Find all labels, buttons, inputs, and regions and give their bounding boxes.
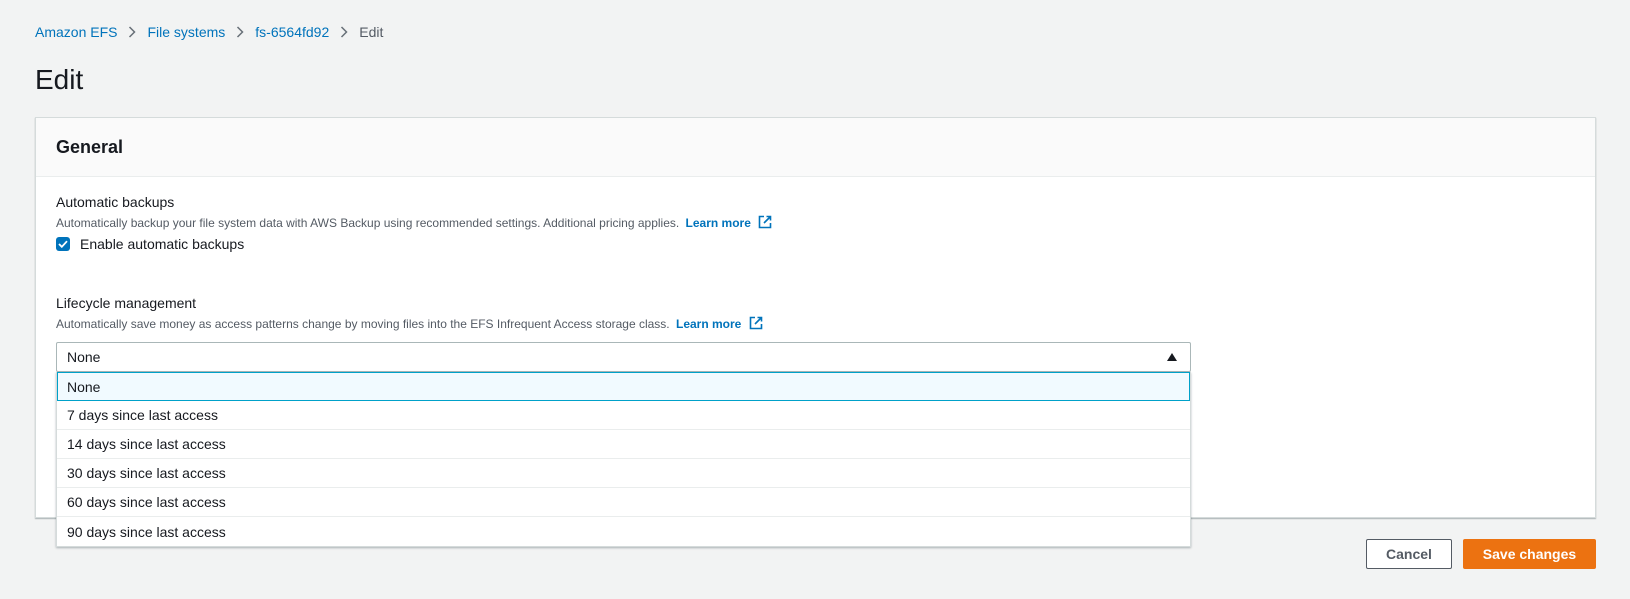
chevron-right-icon: [329, 26, 359, 38]
breadcrumb-amazon-efs[interactable]: Amazon EFS: [35, 24, 117, 40]
panel-title: General: [56, 136, 124, 157]
chevron-right-icon: [117, 26, 147, 38]
automatic-backups-description-text: Automatically backup your file system da…: [56, 216, 680, 230]
lifecycle-option-none[interactable]: None: [57, 372, 1190, 401]
breadcrumb-file-system-id[interactable]: fs-6564fd92: [255, 24, 329, 40]
backups-learn-more-link[interactable]: Learn more: [685, 215, 773, 230]
lifecycle-option-14-days[interactable]: 14 days since last access: [57, 430, 1190, 459]
checkmark-icon: [58, 240, 68, 248]
chevron-right-icon: [225, 26, 255, 38]
breadcrumb-current: Edit: [359, 24, 384, 40]
enable-backups-checkbox[interactable]: [56, 237, 70, 251]
caret-up-icon: [1167, 353, 1177, 361]
lifecycle-option-90-days[interactable]: 90 days since last access: [57, 517, 1190, 546]
page-title: Edit: [35, 64, 84, 95]
lifecycle-management-description: Automatically save money as access patte…: [56, 316, 763, 331]
enable-backups-row[interactable]: Enable automatic backups: [56, 236, 244, 252]
lifecycle-management-label: Lifecycle management: [56, 295, 197, 311]
lifecycle-dropdown-list: None 7 days since last access 14 days si…: [56, 372, 1191, 547]
lifecycle-select[interactable]: None: [56, 342, 1191, 372]
automatic-backups-description: Automatically backup your file system da…: [56, 215, 772, 230]
external-link-icon: [749, 316, 762, 330]
save-changes-button[interactable]: Save changes: [1463, 539, 1596, 569]
lifecycle-option-30-days[interactable]: 30 days since last access: [57, 459, 1190, 488]
enable-backups-label: Enable automatic backups: [80, 236, 245, 252]
lifecycle-learn-more-link[interactable]: Learn more: [675, 316, 763, 331]
breadcrumb-file-systems[interactable]: File systems: [147, 24, 225, 40]
lifecycle-option-7-days[interactable]: 7 days since last access: [57, 401, 1190, 430]
lifecycle-select-value: None: [67, 349, 101, 365]
breadcrumb: Amazon EFS File systems fs-6564fd92 Edit: [35, 22, 383, 42]
automatic-backups-label: Automatic backups: [56, 194, 175, 210]
cancel-button[interactable]: Cancel: [1366, 539, 1452, 569]
lifecycle-learn-more-label: Learn more: [675, 317, 742, 331]
lifecycle-option-60-days[interactable]: 60 days since last access: [57, 488, 1190, 517]
external-link-icon: [758, 215, 772, 229]
lifecycle-description-text: Automatically save money as access patte…: [56, 317, 670, 331]
panel-header: General: [36, 118, 1595, 177]
backups-learn-more-label: Learn more: [685, 216, 751, 230]
